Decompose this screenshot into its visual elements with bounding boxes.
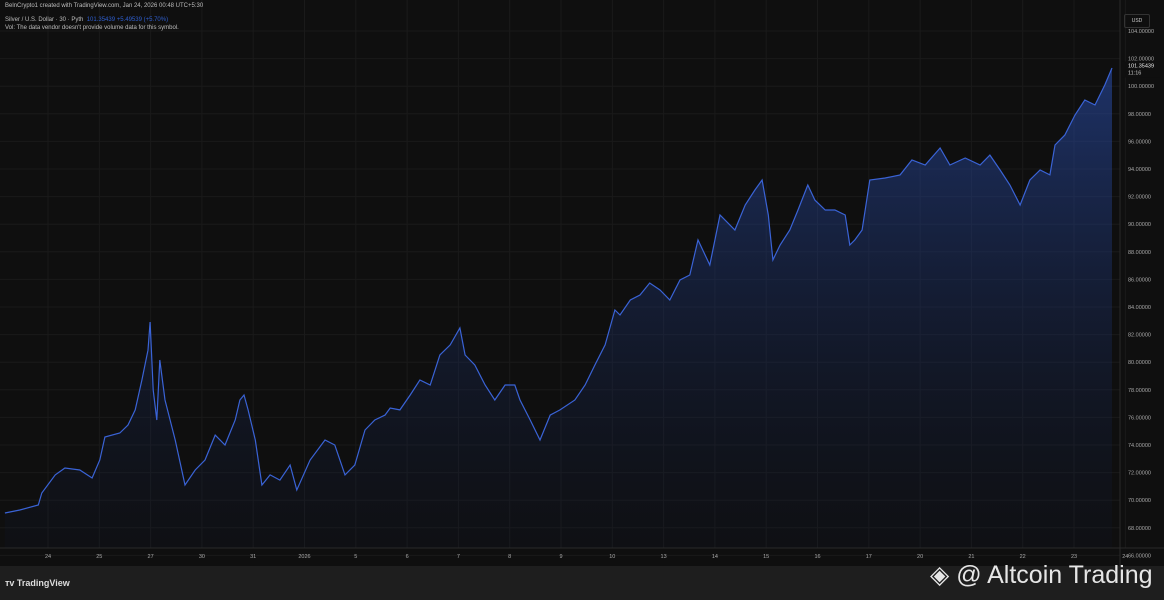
- x-tick-label: 31: [250, 554, 256, 560]
- binance-logo-icon: ◈: [930, 561, 950, 589]
- x-tick-label: 20: [917, 554, 923, 560]
- y-tick-label: 66.00000: [1128, 553, 1151, 559]
- x-tick-label: 17: [866, 554, 872, 560]
- attribution-text: BelnCrypto1 created with TradingView.com…: [5, 3, 204, 9]
- y-tick-label: 90.00000: [1128, 222, 1151, 228]
- y-tick-label: 68.00000: [1128, 526, 1151, 532]
- x-tick-label: 10: [609, 554, 615, 560]
- price-chart[interactable]: 104.00000 102.00000 100.00000 98.00000 96.00…: [0, 0, 1164, 566]
- y-tick-label: 76.00000: [1128, 415, 1151, 421]
- x-tick-label: 7: [457, 554, 460, 560]
- y-tick-label: 72.00000: [1128, 471, 1151, 477]
- volume-note: Vol: The data vendor doesn't provide vol…: [5, 25, 179, 31]
- y-tick-label: 70.00000: [1128, 498, 1151, 504]
- symbol-name: Silver / U.S. Dollar · 30 · Pyth: [5, 17, 84, 23]
- watermark: ◈ @ Altcoin Trading: [930, 561, 1153, 589]
- currency-selector[interactable]: USD: [1124, 14, 1150, 28]
- bar-countdown-label: 11:16: [1128, 71, 1141, 77]
- x-tick-label: 13: [661, 554, 667, 560]
- x-tick-label: 8: [508, 554, 511, 560]
- y-tick-label: 80.00000: [1128, 360, 1151, 366]
- x-tick-label: 14: [712, 554, 718, 560]
- y-tick-label: 78.00000: [1128, 388, 1151, 394]
- price-area: [4, 68, 1112, 548]
- x-tick-label: 15: [763, 554, 769, 560]
- y-tick-label: 82.00000: [1128, 333, 1151, 339]
- y-tick-label: 86.00000: [1128, 277, 1151, 283]
- y-tick-label: 74.00000: [1128, 443, 1151, 449]
- y-tick-label: 88.00000: [1128, 250, 1151, 256]
- x-tick-label: 6: [406, 554, 409, 560]
- y-tick-label: 84.00000: [1128, 305, 1151, 311]
- tradingview-logo: ᴛᴠ TradingView: [5, 578, 70, 588]
- y-tick-label: 98.00000: [1128, 112, 1151, 118]
- x-tick-label: 5: [354, 554, 357, 560]
- tradingview-logo-icon: ᴛᴠ: [5, 578, 17, 588]
- y-tick-label: 92.00000: [1128, 195, 1151, 201]
- x-tick-label: 27: [148, 554, 154, 560]
- x-tick-label: 30: [199, 554, 205, 560]
- x-tick-label: 25: [96, 554, 102, 560]
- x-tick-label: 2026: [298, 554, 310, 560]
- y-tick-label: 104.00000: [1128, 29, 1154, 35]
- y-tick-label: 94.00000: [1128, 167, 1151, 173]
- y-tick-label: 96.00000: [1128, 139, 1151, 145]
- last-price-label: 101.35439: [1128, 64, 1154, 70]
- x-tick-label: 9: [559, 554, 562, 560]
- chart-canvas[interactable]: 104.00000102.00000100.0000098.0000096.00…: [0, 0, 1164, 566]
- y-tick-label: 100.00000: [1128, 84, 1154, 90]
- x-tick-label: 16: [814, 554, 820, 560]
- x-tick-label: 24: [45, 554, 51, 560]
- symbol-quote: 101.35439 +5.49539 (+5.70%): [86, 17, 169, 23]
- symbol-legend[interactable]: Silver / U.S. Dollar · 30 · Pyth 101.354…: [5, 17, 168, 23]
